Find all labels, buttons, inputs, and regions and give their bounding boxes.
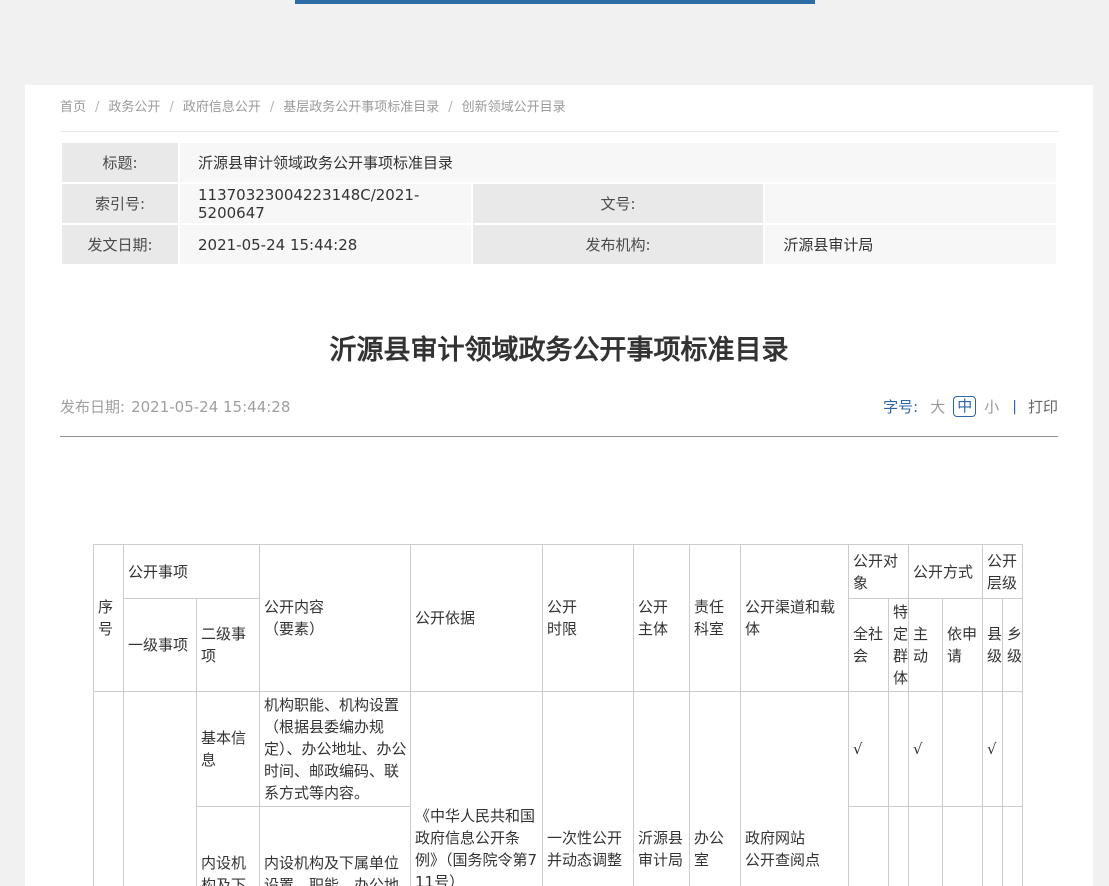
meta-label-issuing-agency: 发布机构: — [473, 225, 764, 264]
cell-seq — [94, 692, 124, 886]
separator-line — [60, 436, 1058, 437]
font-small-button[interactable]: 小 — [984, 396, 999, 417]
meta-row-index: 索引号: 11370323004223148C/2021-5200647 文号: — [62, 184, 1056, 223]
header-audience-specific: 特定群体 — [889, 599, 909, 692]
cell-check-level-town-1 — [1003, 692, 1023, 807]
cell-check-method-active-2: √ — [909, 807, 943, 886]
cell-time-limit: 一次性公开并动态调整 — [543, 692, 634, 886]
header-time-limit: 公开 时限 — [543, 545, 634, 692]
cell-check-audience-specific-1 — [889, 692, 909, 807]
cell-check-level-county-1: √ — [983, 692, 1003, 807]
breadcrumb-separator: / — [95, 100, 99, 115]
header-method-group: 公开方式 — [909, 545, 983, 599]
article-tools: 字号: 大 中 小 | 打印 — [883, 396, 1058, 417]
cell-level1 — [124, 692, 197, 886]
font-large-button[interactable]: 大 — [930, 396, 945, 417]
cell-check-method-request-2 — [943, 807, 983, 886]
cell-level2-basic-info: 基本信息 — [197, 692, 260, 807]
print-button[interactable]: 打印 — [1028, 396, 1058, 417]
cell-subject: 沂源县审计局 — [634, 692, 690, 886]
header-content: 公开内容 （要素） — [260, 545, 411, 692]
breadcrumb-zhengfuxinxigongkai[interactable]: 政府信息公开 — [183, 100, 261, 115]
header-level-town: 乡级 — [1003, 599, 1023, 692]
meta-table: 标题: 沂源县审计领域政务公开事项标准目录 索引号: 1137032300422… — [60, 141, 1058, 266]
page-title: 沂源县审计领域政务公开事项标准目录 — [60, 332, 1058, 370]
meta-row-date: 发文日期: 2021-05-24 15:44:28 发布机构: 沂源县审计局 — [62, 225, 1056, 264]
publish-date: 发布日期: 2021-05-24 15:44:28 — [60, 396, 290, 417]
tools-divider: | — [1012, 399, 1017, 415]
content-panel: 首页 / 政务公开 / 政府信息公开 / 基层政务公开事项标准目录 / 创新领域公开目录 标题:… — [25, 85, 1093, 886]
cell-basis: 《中华人民共和国政府信息公开条例》（国务院令第711号） — [411, 692, 543, 886]
font-medium-button[interactable]: 中 — [953, 396, 976, 417]
header-level-county: 县级 — [983, 599, 1003, 692]
cell-content-internal-org: 内设机构及下属单位设置、职能、办公地址、办公时间、联系方式、负责人姓名等信息。 — [260, 807, 411, 886]
cell-check-audience-specific-2 — [889, 807, 909, 886]
top-blue-bar — [295, 0, 815, 4]
breadcrumb-home[interactable]: 首页 — [60, 100, 86, 115]
breadcrumb-jiceng-catalog[interactable]: 基层政务公开事项标准目录 — [283, 100, 439, 115]
header-method-active: 主动 — [909, 599, 943, 692]
cell-check-method-active-1: √ — [909, 692, 943, 807]
breadcrumb-separator: / — [270, 100, 274, 115]
header-basis: 公开依据 — [411, 545, 543, 692]
catalog-table: 序号 公开事项 公开内容 （要素） 公开依据 公开 时限 公开 主体 责任科室 … — [93, 544, 1023, 886]
header-subject: 公开 主体 — [634, 545, 690, 692]
meta-label-title: 标题: — [62, 143, 178, 182]
header-matter-group: 公开事项 — [124, 545, 260, 599]
header-department: 责任科室 — [690, 545, 741, 692]
breadcrumb-chuangxin-catalog[interactable]: 创新领域公开目录 — [462, 100, 566, 115]
meta-label-doc-number: 文号: — [473, 184, 764, 223]
publish-date-value: 2021-05-24 15:44:28 — [131, 398, 290, 416]
meta-value-issuing-agency: 沂源县审计局 — [765, 225, 1056, 264]
catalog-data-row-1: 基本信息 机构职能、机构设置（根据县委编办规定）、办公地址、办公时间、邮政编码、… — [94, 692, 1023, 807]
header-level2: 二级事项 — [197, 599, 260, 692]
header-level1: 一级事项 — [124, 599, 197, 692]
cell-check-method-request-1 — [943, 692, 983, 807]
meta-value-doc-number — [765, 184, 1056, 223]
font-size-label: 字号: — [883, 396, 918, 417]
meta-value-issue-date: 2021-05-24 15:44:28 — [180, 225, 471, 264]
breadcrumb: 首页 / 政务公开 / 政府信息公开 / 基层政务公开事项标准目录 / 创新领域公开目录 — [60, 96, 1058, 132]
cell-content-basic-info: 机构职能、机构设置（根据县委编办规定）、办公地址、办公时间、邮政编码、联系方式等… — [260, 692, 411, 807]
catalog-header-row-1: 序号 公开事项 公开内容 （要素） 公开依据 公开 时限 公开 主体 责任科室 … — [94, 545, 1023, 599]
breadcrumb-separator: / — [448, 100, 452, 115]
header-seq: 序号 — [94, 545, 124, 692]
cell-check-level-county-2: √ — [983, 807, 1003, 886]
meta-value-index-number: 11370323004223148C/2021-5200647 — [180, 184, 471, 223]
cell-channel: 政府网站 公开查阅点 — [741, 692, 849, 886]
article-meta-row: 发布日期: 2021-05-24 15:44:28 字号: 大 中 小 | 打印 — [60, 396, 1058, 417]
cell-check-audience-all-2: √ — [849, 807, 889, 886]
header-audience-all: 全社会 — [849, 599, 889, 692]
header-channel: 公开渠道和载体 — [741, 545, 849, 692]
cell-check-level-town-2 — [1003, 807, 1023, 886]
meta-label-index-number: 索引号: — [62, 184, 178, 223]
meta-label-issue-date: 发文日期: — [62, 225, 178, 264]
cell-level2-internal-org: 内设机构及下属事业单位信息 — [197, 807, 260, 886]
meta-value-title: 沂源县审计领域政务公开事项标准目录 — [180, 143, 1056, 182]
cell-check-audience-all-1: √ — [849, 692, 889, 807]
meta-row-title: 标题: 沂源县审计领域政务公开事项标准目录 — [62, 143, 1056, 182]
breadcrumb-zhengwugongkai[interactable]: 政务公开 — [108, 100, 160, 115]
header-level-group: 公开层级 — [983, 545, 1023, 599]
header-method-request: 依申请 — [943, 599, 983, 692]
header-audience-group: 公开对象 — [849, 545, 909, 599]
cell-department: 办公室 — [690, 692, 741, 886]
breadcrumb-separator: / — [169, 100, 173, 115]
publish-date-label: 发布日期: — [60, 398, 125, 416]
